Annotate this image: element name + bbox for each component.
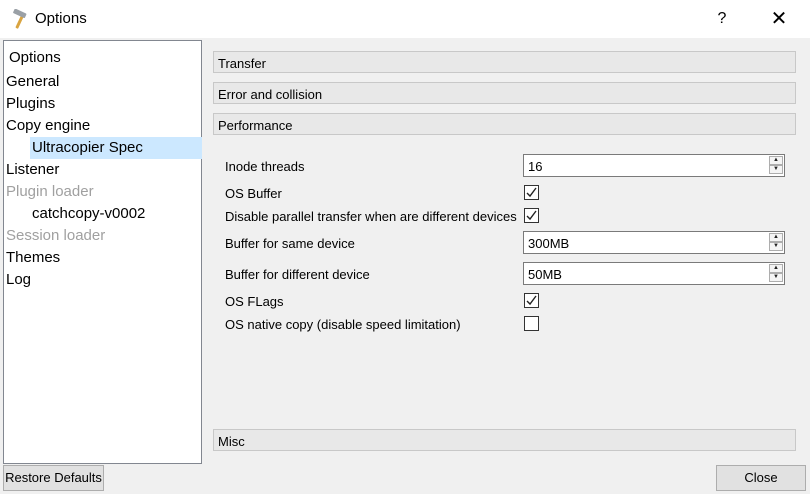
tree-item-plugins[interactable]: Plugins — [6, 93, 55, 115]
tree-item-session-loader[interactable]: Session loader — [6, 225, 105, 247]
close-window-button[interactable]: ✕ — [762, 4, 796, 34]
parallel-transfer-label: Disable parallel transfer when are diffe… — [225, 209, 517, 224]
buffer-same-device-label: Buffer for same device — [225, 236, 355, 251]
tree-item-copy-engine[interactable]: Copy engine — [6, 115, 90, 137]
checkmark-icon — [526, 187, 537, 198]
checkmark-icon — [526, 295, 537, 306]
hammer-icon — [13, 9, 27, 29]
restore-defaults-button[interactable]: Restore Defaults — [3, 465, 104, 491]
spin-down-icon[interactable]: ▼ — [769, 165, 783, 174]
inode-threads-label: Inode threads — [225, 159, 305, 174]
spin-up-icon[interactable]: ▲ — [769, 156, 783, 165]
buffer-different-device-label: Buffer for different device — [225, 267, 370, 282]
inode-threads-spinbox[interactable]: 16 ▲ ▼ — [523, 154, 785, 177]
tree-item-log[interactable]: Log — [6, 269, 31, 291]
tree-item-themes[interactable]: Themes — [6, 247, 60, 269]
tree-item-general[interactable]: General — [6, 71, 59, 93]
section-transfer[interactable]: Transfer — [213, 51, 796, 73]
section-transfer-label: Transfer — [218, 56, 266, 71]
tree-item-catchcopy[interactable]: catchcopy-v0002 — [32, 203, 145, 225]
buffer-different-device-spinbox[interactable]: 50MB ▲ ▼ — [523, 262, 785, 285]
os-buffer-checkbox[interactable] — [524, 185, 539, 200]
buffer-same-device-spinbox[interactable]: 300MB ▲ ▼ — [523, 231, 785, 254]
native-copy-label: OS native copy (disable speed limitation… — [225, 317, 461, 332]
tree-header: Options — [9, 49, 61, 66]
spin-down-icon[interactable]: ▼ — [769, 273, 783, 282]
section-performance[interactable]: Performance — [213, 113, 796, 135]
inode-threads-value: 16 — [528, 159, 543, 174]
options-tree[interactable]: Options General Plugins Copy engine Ultr… — [3, 40, 202, 464]
section-performance-label: Performance — [218, 118, 293, 133]
spin-up-icon[interactable]: ▲ — [769, 264, 783, 273]
os-buffer-label: OS Buffer — [225, 186, 282, 201]
close-button[interactable]: Close — [716, 465, 806, 491]
tree-item-listener[interactable]: Listener — [6, 159, 59, 181]
os-flags-label: OS FLags — [225, 294, 284, 309]
section-error-label: Error and collision — [218, 87, 323, 102]
buffer-same-device-value: 300MB — [528, 236, 570, 251]
checkmark-icon — [526, 210, 537, 221]
native-copy-checkbox[interactable] — [524, 316, 539, 331]
spin-down-icon[interactable]: ▼ — [769, 242, 783, 251]
tree-item-plugin-loader[interactable]: Plugin loader — [6, 181, 94, 203]
window-title: Options — [35, 10, 87, 27]
buffer-different-device-value: 50MB — [528, 267, 562, 282]
section-misc[interactable]: Misc — [213, 429, 796, 451]
section-error-collision[interactable]: Error and collision — [213, 82, 796, 104]
os-flags-checkbox[interactable] — [524, 293, 539, 308]
parallel-transfer-checkbox[interactable] — [524, 208, 539, 223]
title-bar: Options ? ✕ — [0, 0, 810, 38]
help-button[interactable]: ? — [706, 4, 738, 34]
section-misc-label: Misc — [218, 434, 245, 449]
tree-item-ultracopier-spec[interactable]: Ultracopier Spec — [30, 137, 202, 159]
spin-up-icon[interactable]: ▲ — [769, 233, 783, 242]
